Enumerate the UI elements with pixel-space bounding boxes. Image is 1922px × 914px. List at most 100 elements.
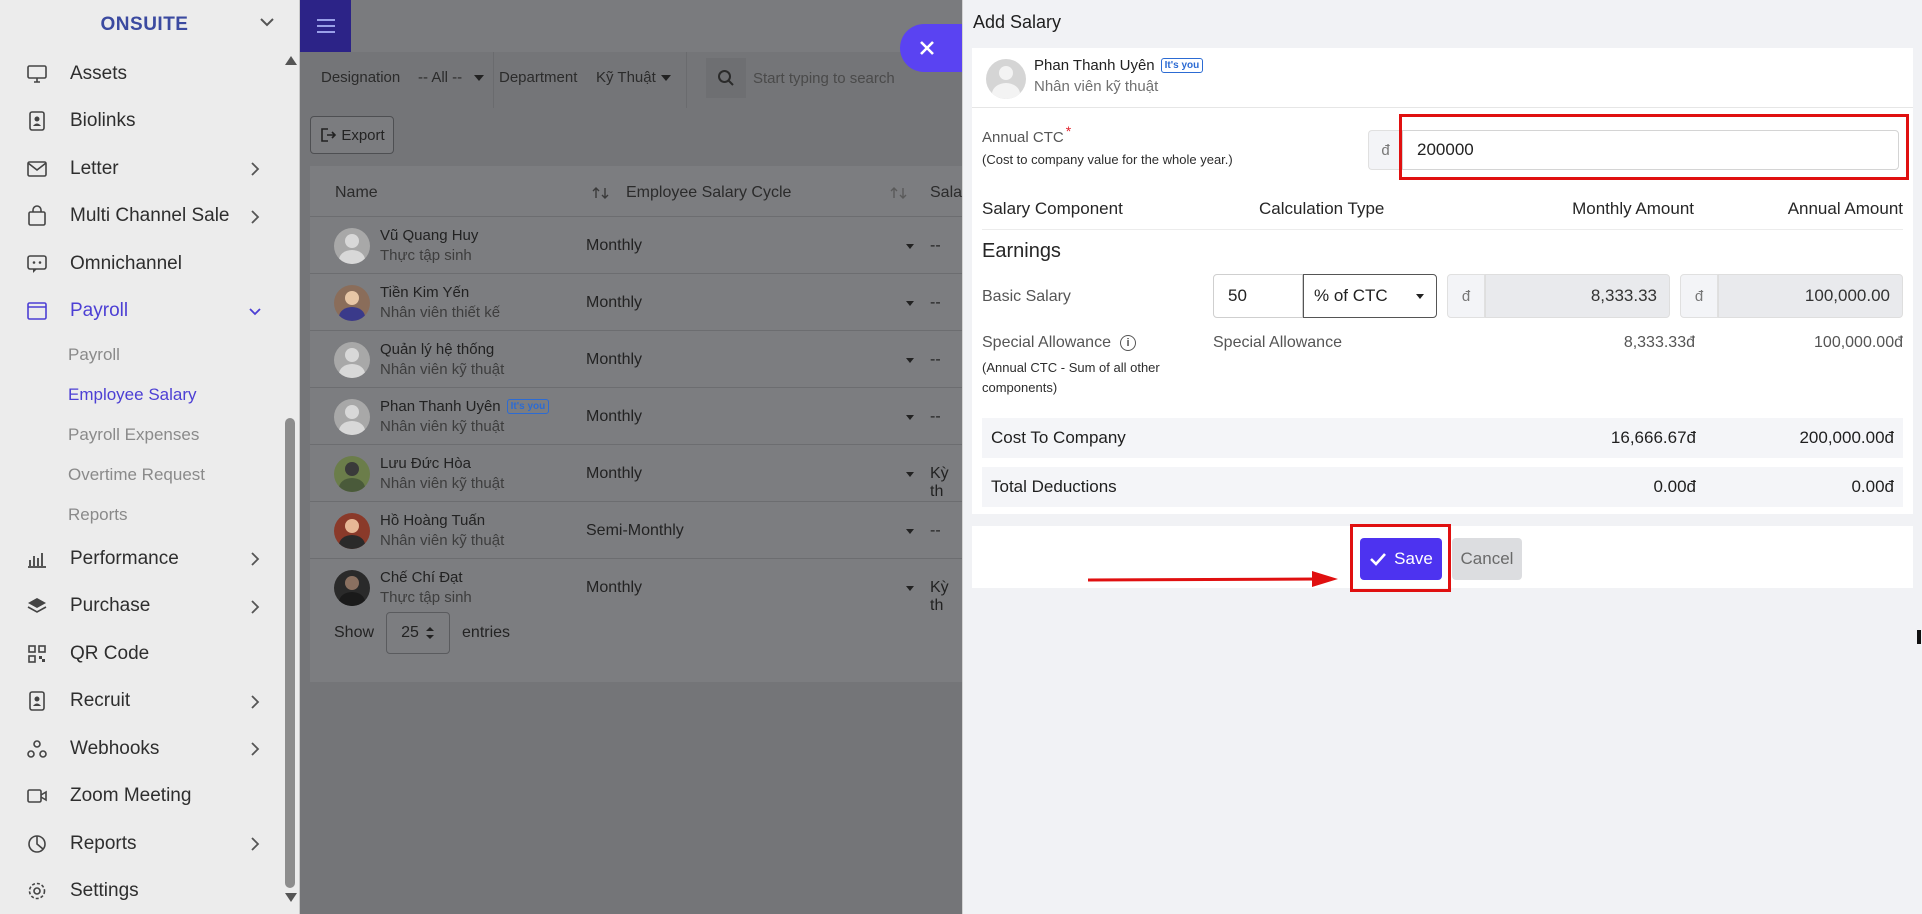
sidebar-item-reports[interactable]: Reports: [0, 820, 282, 868]
sidebar-item-assets[interactable]: Assets: [0, 50, 282, 98]
salary-cycle-select[interactable]: Monthly: [586, 579, 642, 597]
table-row[interactable]: Quản lý hệ thống Nhân viên kỹ thuật Mont…: [310, 330, 962, 387]
total-deductions-monthly: 0.00đ: [1653, 477, 1696, 496]
chevron-down-icon[interactable]: [259, 16, 275, 28]
column-header-cycle[interactable]: Employee Salary Cycle: [626, 184, 791, 202]
table-row[interactable]: Lưu Đức Hòa Nhân viên kỹ thuật Monthly K…: [310, 444, 962, 501]
chevron-down-icon: [249, 307, 261, 315]
caret-down-icon: [906, 358, 914, 363]
employee-name[interactable]: Vũ Quang Huy: [380, 227, 478, 244]
employee-name[interactable]: Tiền Kim Yến: [380, 284, 469, 301]
shopping-bag-icon: [28, 205, 46, 227]
sidebar: ONSUITE Assets Biolinks Letter Multi Cha…: [0, 0, 300, 914]
close-drawer-button[interactable]: [900, 24, 962, 72]
sidebar-item-qr-code[interactable]: QR Code: [0, 630, 282, 678]
total-deductions-row: Total Deductions 0.00đ 0.00đ: [982, 467, 1903, 507]
avatar: [334, 570, 370, 606]
save-button[interactable]: Save: [1360, 538, 1442, 580]
department-select[interactable]: Kỹ Thuật: [596, 69, 656, 86]
sidebar-item-recruit[interactable]: Recruit: [0, 678, 282, 726]
table-row[interactable]: Vũ Quang Huy Thực tập sinh Monthly --: [310, 216, 962, 273]
sidebar-item-payroll[interactable]: Payroll: [0, 288, 282, 336]
cost-to-company-annual: 200,000.00đ: [1799, 428, 1894, 447]
sidebar-subitem-reports[interactable]: Reports: [0, 495, 282, 535]
sidebar-item-label: Settings: [70, 880, 139, 902]
table-row[interactable]: Hồ Hoàng Tuấn Nhân viên kỹ thuật Semi-Mo…: [310, 501, 962, 558]
sidebar-nav: Assets Biolinks Letter Multi Channel Sal…: [0, 50, 282, 914]
sidebar-item-zoom-meeting[interactable]: Zoom Meeting: [0, 773, 282, 821]
cost-to-company-row: Cost To Company 16,666.67đ 200,000.00đ: [982, 418, 1903, 458]
search-input[interactable]: Start typing to search: [753, 70, 895, 87]
drawer-title: Add Salary: [973, 12, 1062, 32]
sidebar-item-multi-channel-sale[interactable]: Multi Channel Sale: [0, 193, 282, 241]
salary-cycle-select[interactable]: Monthly: [586, 294, 642, 312]
id-card-icon: [29, 111, 45, 132]
employee-role: Nhân viên kỹ thuật: [380, 361, 505, 378]
its-you-badge: It's you: [506, 399, 550, 414]
salary-cycle-select[interactable]: Monthly: [586, 237, 642, 255]
column-header-name[interactable]: Name: [335, 184, 378, 202]
sidebar-item-performance[interactable]: Performance: [0, 535, 282, 583]
sort-icon[interactable]: [592, 186, 610, 200]
basic-salary-percent-input[interactable]: [1213, 274, 1303, 318]
sidebar-item-biolinks[interactable]: Biolinks: [0, 98, 282, 146]
sidebar-scrollbar[interactable]: [284, 52, 297, 904]
annual-ctc-input[interactable]: [1402, 130, 1899, 170]
sidebar-item-label: Letter: [70, 157, 119, 179]
employee-name[interactable]: Chế Chí Đạt: [380, 569, 463, 586]
salary-cycle-select[interactable]: Semi-Monthly: [586, 522, 684, 540]
table-row[interactable]: Tiền Kim Yến Nhân viên thiết kế Monthly …: [310, 273, 962, 330]
special-allowance-label-text: Special Allowance: [982, 334, 1111, 351]
export-button[interactable]: Export: [310, 116, 394, 154]
salary-cell: --: [930, 237, 941, 254]
cost-to-company-monthly: 16,666.67đ: [1610, 428, 1696, 447]
sidebar-item-webhooks[interactable]: Webhooks: [0, 725, 282, 773]
caret-down-icon: [474, 75, 484, 81]
monitor-icon: [27, 64, 47, 83]
scroll-down-arrow-icon[interactable]: [285, 893, 297, 902]
sidebar-item-letter[interactable]: Letter: [0, 145, 282, 193]
sidebar-item-label: Multi Channel Sale: [70, 205, 230, 227]
sidebar-item-label: QR Code: [70, 642, 150, 664]
sidebar-item-purchase[interactable]: Purchase: [0, 583, 282, 631]
special-allowance-label: Special Allowance i: [982, 334, 1136, 352]
caret-down-icon: [1416, 294, 1424, 299]
sidebar-item-label: Reports: [70, 832, 137, 854]
employee-name-text: Phan Thanh Uyên: [1034, 57, 1155, 74]
menu-toggle-button[interactable]: [300, 0, 351, 52]
caret-down-icon: [661, 75, 671, 81]
top-bar: [300, 0, 962, 52]
table-row[interactable]: Chế Chí Đạt Thực tập sinh Monthly Kỳ th: [310, 558, 962, 615]
employee-name[interactable]: Hồ Hoàng Tuấn: [380, 512, 485, 529]
sidebar-subitem-overtime-request[interactable]: Overtime Request: [0, 455, 282, 495]
sidebar-subitem-employee-salary[interactable]: Employee Salary: [0, 375, 282, 415]
entries-select[interactable]: 25: [386, 612, 451, 654]
employee-name[interactable]: Quản lý hệ thống: [380, 341, 494, 358]
sidebar-item-omnichannel[interactable]: Omnichannel: [0, 240, 282, 288]
employee-name[interactable]: Phan Thanh Uyên It's you: [380, 398, 550, 415]
calculation-type-select[interactable]: % of CTC: [1303, 274, 1437, 318]
salary-cycle-select[interactable]: Monthly: [586, 351, 642, 369]
info-icon[interactable]: i: [1119, 335, 1136, 351]
caret-down-icon: [906, 301, 914, 306]
employee-name[interactable]: Lưu Đức Hòa: [380, 455, 471, 472]
employee-role: Nhân viên kỹ thuật: [380, 418, 505, 435]
sort-arrows-icon: [425, 627, 434, 639]
sort-icon[interactable]: [890, 186, 908, 200]
designation-select[interactable]: -- All --: [418, 69, 462, 86]
table-row[interactable]: Phan Thanh Uyên It's you Nhân viên kỹ thu…: [310, 387, 962, 444]
id-badge-icon: [29, 691, 45, 712]
webhook-icon: [27, 739, 47, 758]
sidebar-item-settings[interactable]: Settings: [0, 868, 282, 914]
scrollbar-thumb[interactable]: [285, 418, 295, 888]
chevron-right-icon: [251, 742, 260, 756]
salary-cycle-select[interactable]: Monthly: [586, 408, 642, 426]
bar-chart-icon: [28, 552, 46, 568]
sidebar-subitem-payroll-expenses[interactable]: Payroll Expenses: [0, 415, 282, 455]
scroll-up-arrow-icon[interactable]: [285, 56, 297, 65]
sidebar-subitem-payroll[interactable]: Payroll: [0, 335, 282, 375]
cancel-button[interactable]: Cancel: [1452, 538, 1522, 580]
sidebar-header[interactable]: ONSUITE: [0, 0, 299, 50]
search-icon-box: [706, 58, 746, 98]
salary-cycle-select[interactable]: Monthly: [586, 465, 642, 483]
